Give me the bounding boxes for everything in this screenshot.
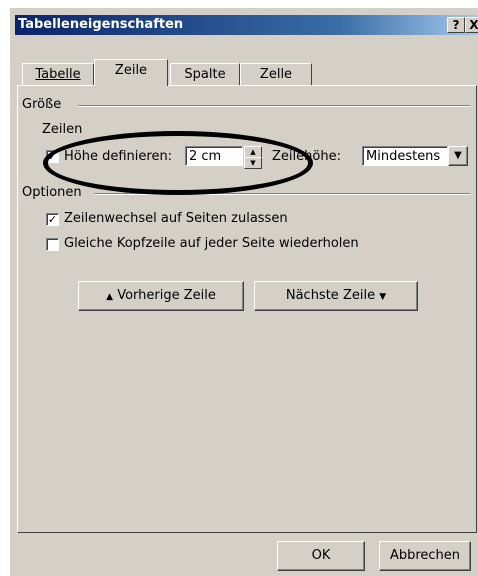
repeat-header-checkbox[interactable] [46, 238, 59, 251]
window-title: Tabelleneigenschaften [18, 17, 184, 32]
next-row-button[interactable]: Nächste Zeile ▼ [254, 281, 418, 311]
row-height-label: Zeilehöhe: [272, 149, 341, 164]
tab-panel-zeile: Größe Zeilen ✓ Höhe definieren: 2 cm ▲ ▼… [17, 85, 477, 533]
ok-label: OK [311, 548, 331, 563]
allow-break-checkbox[interactable]: ✓ [46, 213, 59, 226]
row-height-dropdown-button[interactable]: ▼ [448, 146, 468, 166]
allow-break-label[interactable]: Zeilenwechsel auf Seiten zulassen [64, 211, 288, 226]
chevron-down-icon: ▼ [454, 150, 462, 161]
options-group-title: Optionen [22, 185, 86, 200]
arrow-down-icon: ▼ [379, 292, 387, 302]
tab-zelle-label: Zelle [259, 67, 293, 82]
row-height-select[interactable]: Mindestens [362, 146, 448, 166]
cancel-button[interactable]: Abbrechen [379, 541, 471, 571]
height-checkbox-label[interactable]: Höhe definieren: [64, 149, 172, 164]
tab-tabelle[interactable]: Tabelle [22, 63, 94, 86]
arrow-up-icon: ▲ [106, 292, 114, 302]
options-group-line [94, 193, 470, 195]
tab-spalte[interactable]: Spalte [170, 63, 240, 86]
title-bar[interactable]: Tabelleneigenschaften ? X [15, 15, 478, 35]
size-group-title: Größe [22, 97, 66, 112]
tab-zeile-label: Zeile [114, 63, 148, 78]
tab-tabelle-label: Tabelle [35, 67, 81, 82]
ok-button[interactable]: OK [277, 541, 365, 571]
cancel-label: Abbrechen [389, 548, 461, 563]
height-spin-down[interactable]: ▼ [244, 157, 262, 169]
next-row-label: Nächste Zeile [285, 288, 376, 303]
rows-label: Zeilen [42, 122, 83, 137]
height-checkbox[interactable]: ✓ [46, 150, 59, 163]
repeat-header-label[interactable]: Gleiche Kopfzeile auf jeder Seite wieder… [64, 236, 359, 251]
previous-row-button[interactable]: ▲ Vorherige Zeile [78, 281, 244, 311]
row-height-mode: Mindestens [366, 149, 441, 164]
table-properties-dialog: Tabelleneigenschaften ? X Tabelle Zeile … [10, 8, 478, 576]
size-group-line [78, 105, 470, 107]
tab-zeile[interactable]: Zeile [94, 59, 168, 86]
row-height-label-prefix: Zeile [272, 149, 305, 164]
help-button[interactable]: ? [447, 17, 465, 33]
tab-zelle[interactable]: Zelle [240, 63, 312, 86]
row-height-label-suffix: höhe: [304, 149, 341, 164]
height-value: 2 cm [189, 149, 222, 164]
tab-spalte-label: Spalte [184, 67, 226, 82]
height-input[interactable]: 2 cm [185, 146, 243, 166]
previous-row-label: Vorherige Zeile [117, 288, 216, 303]
close-button[interactable]: X [465, 17, 478, 33]
